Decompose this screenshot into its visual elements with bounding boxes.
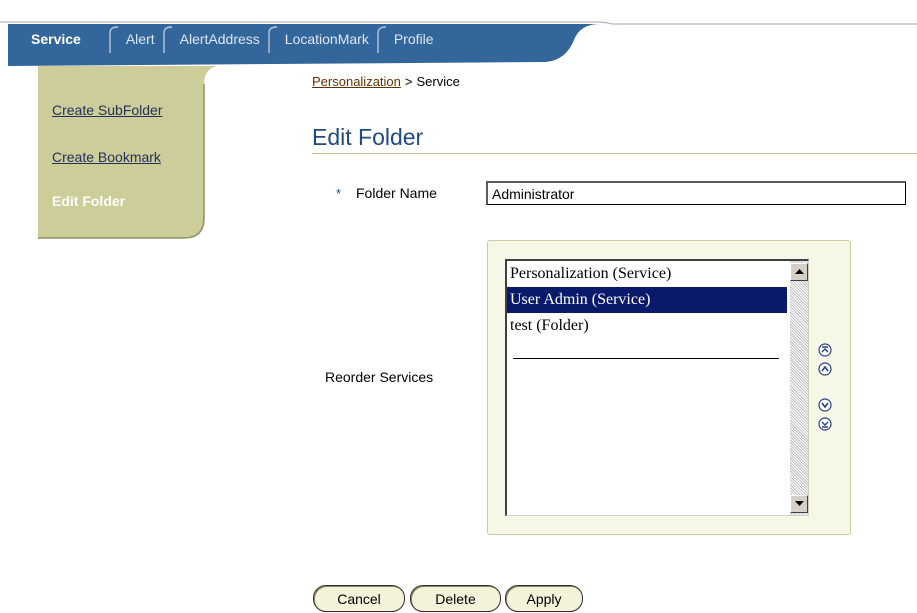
breadcrumb-separator: > [404, 74, 413, 89]
tab-separator [375, 25, 387, 53]
tab-separator [161, 25, 173, 53]
breadcrumb: Personalization > Service [312, 74, 460, 89]
services-listbox[interactable]: Personalization (Service) User Admin (Se… [505, 259, 809, 516]
tab-separator [266, 25, 278, 53]
folder-name-label: Folder Name [356, 185, 437, 201]
list-option[interactable]: test (Folder) [507, 313, 787, 339]
tab-label: AlertAddress [179, 31, 260, 47]
tab-alert[interactable]: Alert [107, 24, 161, 54]
side-navigation: Create SubFolder Create Bookmark Edit Fo… [0, 60, 220, 250]
tab-label: LocationMark [284, 31, 369, 47]
apply-button[interactable]: Apply [505, 585, 583, 612]
list-option-selected[interactable]: User Admin (Service) [507, 287, 787, 313]
sidenav-create-subfolder[interactable]: Create SubFolder [52, 102, 163, 118]
tab-locationmark[interactable]: LocationMark [266, 24, 375, 54]
list-option[interactable]: Personalization (Service) [507, 261, 787, 287]
tab-profile[interactable]: Profile [375, 24, 440, 54]
required-indicator-icon: * [336, 186, 342, 201]
delete-button[interactable]: Delete [410, 585, 501, 612]
move-up-icon[interactable] [818, 362, 832, 376]
tab-label: Service [31, 31, 81, 47]
move-to-top-icon[interactable] [818, 343, 832, 357]
move-down-icon[interactable] [818, 398, 832, 412]
scroll-down-arrow-icon [794, 501, 804, 506]
scroll-up-arrow-icon [794, 269, 804, 274]
page-title: Edit Folder [312, 124, 424, 150]
cancel-button[interactable]: Cancel [313, 585, 405, 612]
tab-service[interactable]: Service [0, 24, 107, 54]
folder-name-input[interactable] [486, 181, 906, 205]
tab-label: Profile [393, 31, 434, 47]
reorder-services-label: Reorder Services [325, 369, 434, 385]
breadcrumb-link-personalization[interactable]: Personalization [312, 74, 401, 89]
tab-separator [107, 25, 119, 53]
list-divider [513, 358, 779, 359]
sidenav-edit-folder: Edit Folder [52, 193, 126, 209]
move-to-bottom-icon[interactable] [818, 417, 832, 431]
scroll-down-button[interactable] [790, 495, 808, 513]
tab-label: Alert [125, 31, 155, 47]
top-tab-bar: Service Alert AlertAddress LocationMark … [0, 0, 917, 68]
listbox-scrollbar[interactable] [790, 261, 808, 515]
tab-alertaddress[interactable]: AlertAddress [161, 24, 266, 54]
tab-list: Service Alert AlertAddress LocationMark … [0, 24, 440, 54]
scroll-up-button[interactable] [790, 263, 808, 281]
title-divider [312, 153, 917, 154]
sidenav-create-bookmark[interactable]: Create Bookmark [52, 149, 161, 165]
breadcrumb-current: Service [416, 74, 460, 89]
